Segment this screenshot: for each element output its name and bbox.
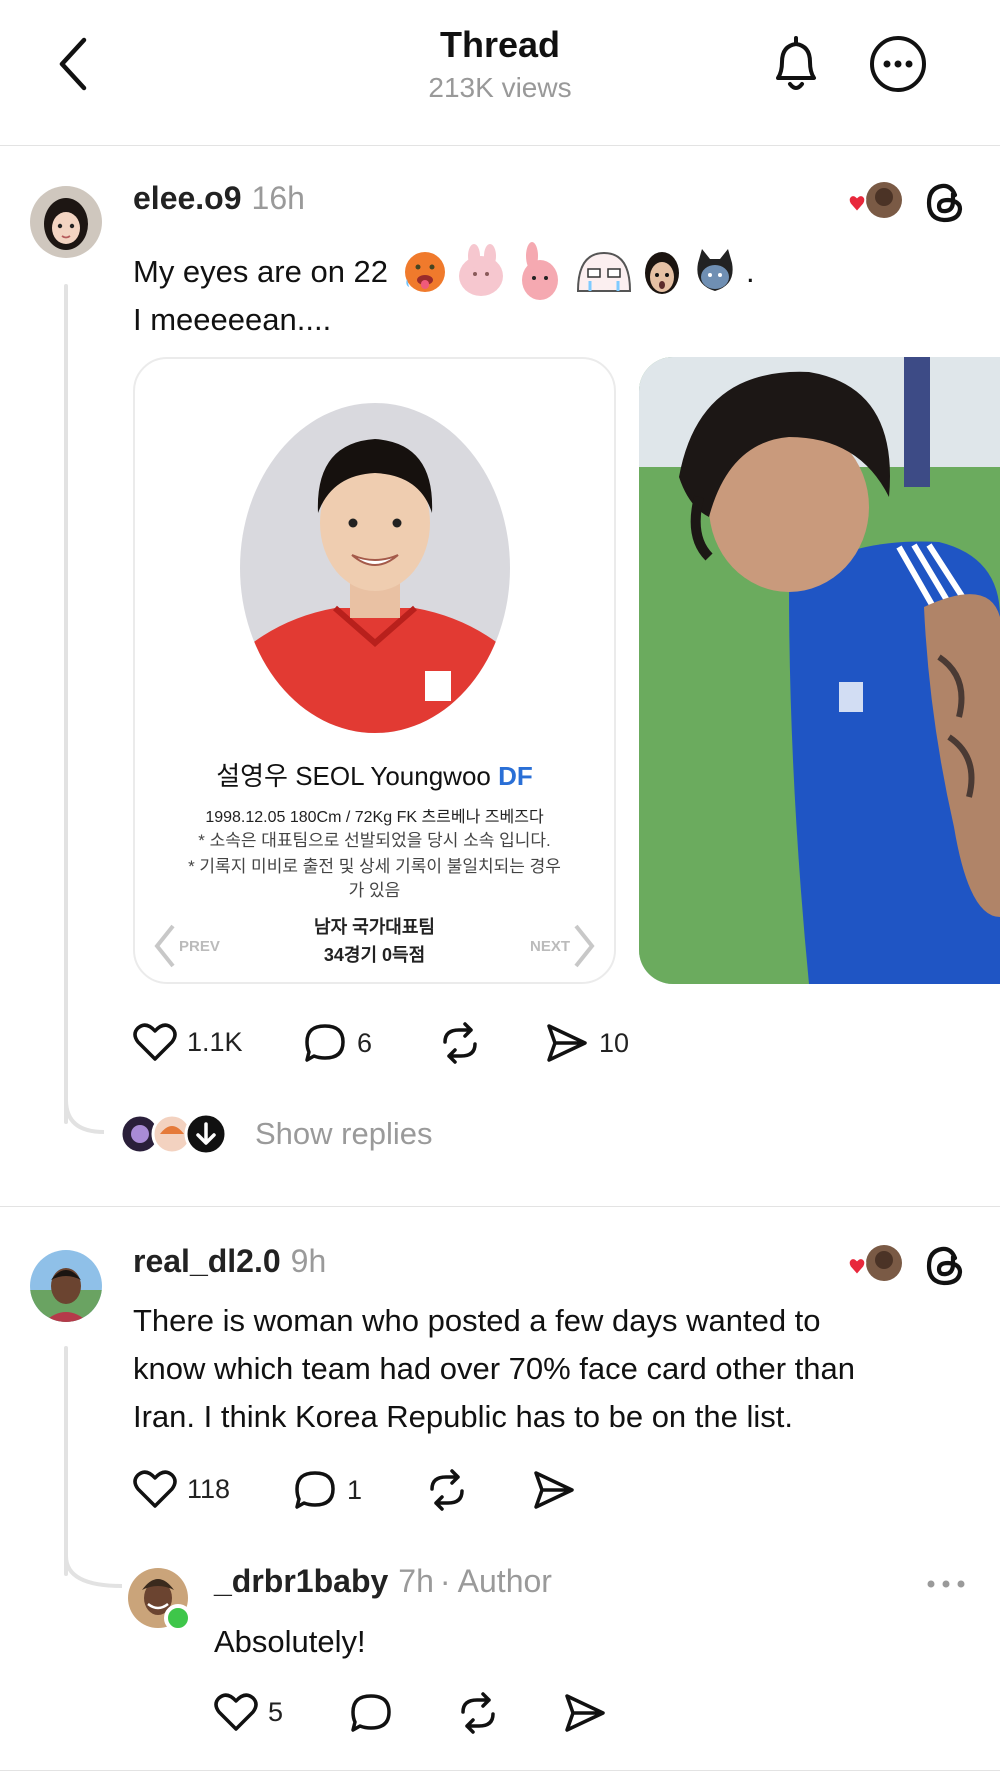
liked-by-avatars[interactable]: [844, 180, 902, 226]
next-button[interactable]: NEXT: [530, 924, 596, 968]
page-title: Thread: [439, 24, 561, 65]
threads-logo-icon[interactable]: [922, 180, 968, 226]
comment-count: 1: [347, 1474, 363, 1505]
reply-avatars[interactable]: [119, 1112, 232, 1156]
thread-line-curve: [64, 1100, 105, 1134]
thread-line: [64, 1346, 68, 1576]
show-replies-button[interactable]: Show replies: [255, 1116, 432, 1152]
thread-line: [64, 284, 68, 1124]
player-photo[interactable]: [639, 357, 1000, 984]
divider: [0, 1770, 1000, 1771]
heart-icon: [133, 1023, 177, 1061]
comment-icon: [305, 1024, 345, 1062]
more-options-button[interactable]: [868, 34, 928, 94]
post-text-end: .: [746, 254, 755, 289]
post-time: 16h: [251, 180, 305, 216]
top-bar: Thread 213K views: [0, 0, 1000, 146]
player-name: 설영우 SEOL Youngwoo DF: [135, 756, 614, 793]
view-count: 213K views: [428, 72, 572, 103]
share-icon: [547, 1024, 587, 1062]
author-tag: · Author: [439, 1563, 552, 1599]
repost-icon: [430, 1469, 464, 1511]
pink-bunny-sticker-icon: [459, 244, 504, 296]
like-button[interactable]: 118: [133, 1469, 230, 1509]
username-text[interactable]: real_dl2.0: [133, 1243, 281, 1279]
comment-icon: [351, 1694, 391, 1732]
prev-label: PREV: [179, 937, 220, 955]
bell-icon: [776, 36, 816, 90]
share-button[interactable]: [563, 1692, 607, 1734]
chevron-right-icon: [574, 924, 595, 968]
cat-sticker-icon: [697, 249, 733, 291]
comment-count: 6: [357, 1027, 373, 1058]
share-icon: [565, 1694, 605, 1732]
heart-icon: [214, 1693, 258, 1731]
more-icon: [870, 36, 926, 92]
emoji-row: [402, 242, 740, 302]
post-time: 9h: [290, 1243, 327, 1279]
repost-icon: [461, 1692, 495, 1734]
player-name-ko: 설영우: [216, 761, 288, 791]
repost-button[interactable]: [437, 1022, 483, 1064]
player-info: 1998.12.05 180Cm / 72Kg FK 츠르베나 즈베즈다: [205, 809, 544, 826]
player-portrait: [240, 403, 510, 733]
heart-icon: [133, 1470, 177, 1508]
username[interactable]: real_dl2.0 9h: [133, 1243, 326, 1280]
share-button[interactable]: [532, 1469, 576, 1511]
username-text[interactable]: elee.o9: [133, 180, 242, 216]
player-note: * 기록지 미비로 출전 및 상세 기록이 불일치되는 경우가 있음: [188, 857, 561, 900]
post-text: My eyes are on 22 . I meeeeean....: [133, 242, 755, 344]
reply-more-button[interactable]: [924, 1574, 968, 1594]
crying-blob-sticker-icon: [577, 251, 632, 292]
comment-button[interactable]: [349, 1692, 393, 1734]
player-name-en: SEOL Youngwoo: [295, 761, 491, 791]
repost-button[interactable]: [424, 1469, 470, 1511]
next-label: NEXT: [529, 937, 570, 955]
threads-logo-icon[interactable]: [922, 1243, 968, 1289]
share-button[interactable]: 10: [545, 1022, 629, 1064]
comment-button[interactable]: 6: [303, 1022, 372, 1064]
notifications-button[interactable]: [768, 34, 824, 96]
avatar[interactable]: [30, 186, 102, 258]
divider: [0, 1206, 1000, 1207]
post-text-line: know which team had over 70% face card o…: [133, 1351, 856, 1386]
like-count: 1.1K: [187, 1026, 243, 1057]
like-count: 118: [187, 1473, 231, 1504]
post-text-line: Iran. I think Korea Republic has to be o…: [133, 1399, 793, 1434]
username-text[interactable]: _drbr1baby: [214, 1563, 388, 1599]
post-text-line: I meeeeean....: [133, 302, 332, 337]
comment-icon: [295, 1471, 335, 1509]
username[interactable]: elee.o9 16h: [133, 180, 305, 217]
like-button[interactable]: 1.1K: [133, 1022, 243, 1062]
chevron-left-icon: [154, 924, 175, 968]
repost-button[interactable]: [455, 1692, 501, 1734]
player-note: * 소속은 대표팀으로 선발되었을 당시 소속 입니다.: [198, 831, 551, 850]
more-horizontal-icon: [927, 1580, 965, 1588]
share-count: 10: [599, 1027, 630, 1058]
avatar[interactable]: [30, 1250, 102, 1322]
thread-line-curve: [64, 1556, 123, 1588]
share-icon: [534, 1471, 574, 1509]
player-profile-card[interactable]: 설영우 SEOL Youngwoo DF 1998.12.05 180Cm / …: [133, 357, 616, 984]
post-time: 7h: [398, 1563, 434, 1599]
like-button[interactable]: 5: [214, 1692, 283, 1732]
post-text-line: My eyes are on 22: [133, 254, 389, 289]
username[interactable]: _drbr1baby 7h · Author: [214, 1563, 552, 1600]
post-text: There is woman who posted a few days wan…: [133, 1297, 855, 1441]
reply-text: Absolutely!: [214, 1624, 366, 1659]
post-text-line: There is woman who posted a few days wan…: [133, 1303, 821, 1338]
pink-rabbit-sticker-icon: [522, 242, 559, 300]
face-sticker-icon: [645, 252, 680, 294]
like-count: 5: [268, 1696, 284, 1727]
player-position: DF: [498, 761, 533, 791]
hot-face-emoji-icon: [405, 252, 446, 292]
prev-button[interactable]: PREV: [153, 924, 220, 968]
comment-button[interactable]: 1: [293, 1469, 362, 1511]
liked-by-avatars[interactable]: [844, 1243, 902, 1289]
arrow-down-icon: [184, 1112, 228, 1156]
online-status-badge: [164, 1604, 192, 1632]
repost-icon: [443, 1022, 477, 1064]
